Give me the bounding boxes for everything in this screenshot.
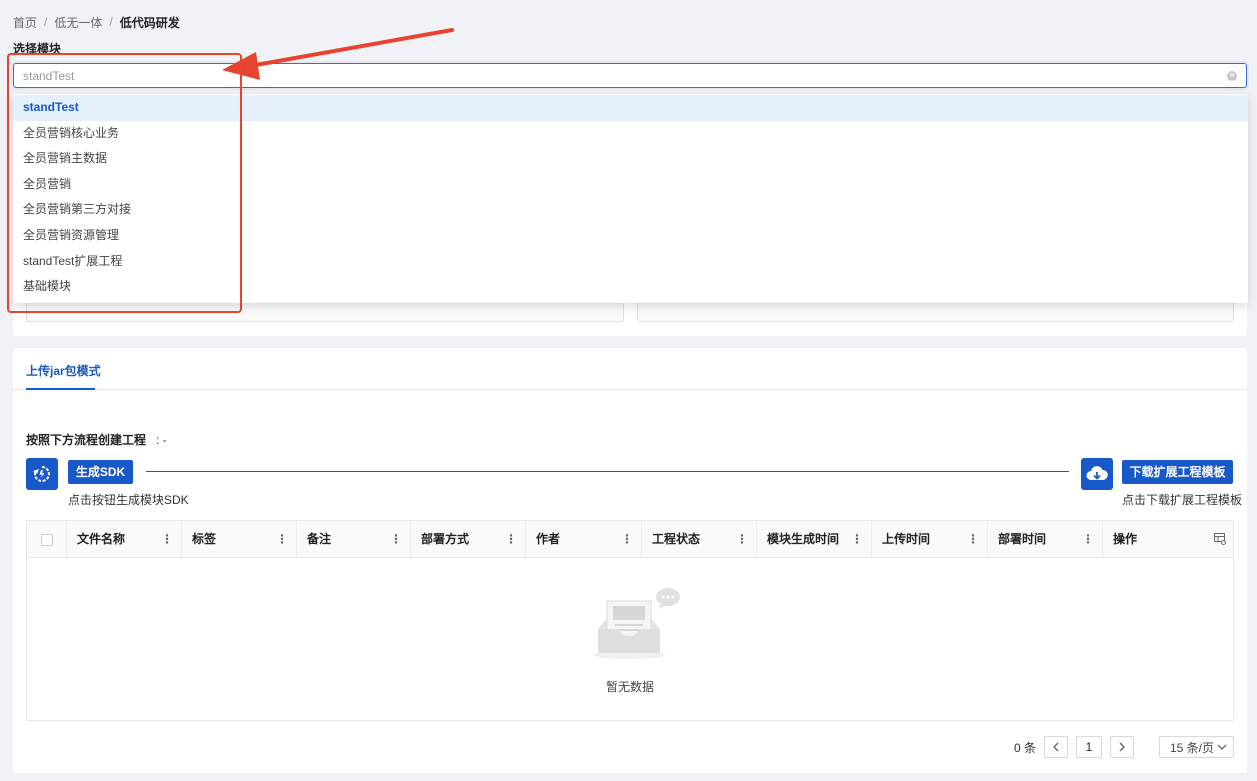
module-option-marketing-master-data[interactable]: 全员营销主数据 (13, 146, 1248, 172)
cloud-download-icon (1081, 458, 1113, 490)
column-header-tags[interactable]: 标签 ⋮ (182, 521, 297, 558)
column-header-filename[interactable]: 文件名称 ⋮ (67, 521, 182, 558)
column-header-remarks[interactable]: 备注 ⋮ (297, 521, 411, 558)
column-header-label: 工程状态 (652, 532, 701, 546)
column-header-label: 部署时间 (998, 532, 1047, 546)
flow-title-suffix: : - (156, 433, 167, 447)
tab-bar: 上传jar包模式 (13, 348, 1247, 390)
page-size-select[interactable]: 15 条/页 (1159, 736, 1234, 758)
column-header-author[interactable]: 作者 ⋮ (526, 521, 642, 558)
generate-sdk-note: 点击按钮生成模块SDK (68, 493, 189, 507)
breadcrumb-low-code-platform[interactable]: 低无一体 (54, 14, 102, 31)
column-header-actions: 操作 (1103, 521, 1233, 558)
column-header-label: 作者 (536, 532, 561, 546)
chevron-right-icon[interactable] (1110, 736, 1134, 758)
column-header-label: 模块生成时间 (767, 532, 840, 546)
pagination: 0 条 1 15 条/页 (1014, 736, 1234, 758)
select-module-label: 选择模块 (13, 42, 62, 56)
breadcrumb-separator: / (109, 15, 113, 29)
generate-sdk-button[interactable]: 生成SDK (68, 460, 133, 484)
breadcrumb: 首页 / 低无一体 / 低代码研发 (13, 14, 180, 30)
download-template-note: 点击下载扩展工程模板 (1122, 493, 1243, 507)
column-header-label: 上传时间 (882, 532, 931, 546)
module-option-marketing[interactable]: 全员营销 (13, 172, 1248, 198)
column-menu-icon[interactable]: ⋮ (736, 521, 748, 558)
tab-active-indicator (26, 388, 95, 390)
column-menu-icon[interactable]: ⋮ (621, 521, 633, 558)
column-header-label: 操作 (1113, 532, 1138, 546)
module-option-marketing-third-party[interactable]: 全员营销第三方对接 (13, 197, 1248, 223)
column-header-label: 文件名称 (77, 532, 126, 546)
chevron-down-icon (1217, 744, 1227, 750)
module-select-input[interactable]: standTest ✕ (13, 63, 1247, 88)
sync-icon (26, 458, 58, 490)
column-header-project-status[interactable]: 工程状态 ⋮ (642, 521, 757, 558)
column-header-module-generated-time[interactable]: 模块生成时间 ⋮ (757, 521, 872, 558)
column-header-deploy-time[interactable]: 部署时间 ⋮ (988, 521, 1103, 558)
column-menu-icon[interactable]: ⋮ (1082, 521, 1094, 558)
chevron-left-icon[interactable] (1044, 736, 1068, 758)
select-all-cell (27, 521, 67, 558)
column-menu-icon[interactable]: ⋮ (967, 521, 979, 558)
column-menu-icon[interactable]: ⋮ (276, 521, 288, 558)
module-select-placeholder: standTest (23, 68, 75, 83)
select-all-checkbox[interactable] (41, 534, 53, 546)
empty-text: 暂无数据 (605, 680, 654, 694)
column-header-label: 部署方式 (421, 532, 470, 546)
flow-title: 按照下方流程创建工程 : - (26, 431, 167, 448)
flow-title-text: 按照下方流程创建工程 (26, 433, 147, 447)
pagination-total: 0 条 (1013, 740, 1036, 755)
breadcrumb-current: 低代码研发 (119, 15, 180, 30)
breadcrumb-separator: / (44, 15, 48, 29)
module-option-marketing-resources[interactable]: 全员营销资源管理 (13, 223, 1248, 249)
tab-upload-jar[interactable]: 上传jar包模式 (26, 362, 101, 379)
module-option-standtest-extension[interactable]: standTest扩展工程 (13, 249, 1248, 275)
column-header-deploy-mode[interactable]: 部署方式 ⋮ (411, 521, 526, 558)
module-select-dropdown: standTest 全员营销核心业务 全员营销主数据 全员营销 全员营销第三方对… (13, 94, 1248, 303)
breadcrumb-home[interactable]: 首页 (13, 14, 37, 31)
empty-state: 暂无数据 (27, 559, 1233, 721)
column-header-label: 备注 (307, 532, 332, 546)
page-size-value: 15 条/页 (1170, 740, 1215, 755)
clear-icon[interactable]: ✕ (1227, 71, 1237, 81)
column-menu-icon[interactable]: ⋮ (505, 521, 517, 558)
module-option-base[interactable]: 基础模块 (13, 274, 1248, 300)
main-card: 上传jar包模式 按照下方流程创建工程 : - 生成SDK 点击按钮生成模块SDK… (13, 348, 1247, 773)
download-template-button[interactable]: 下载扩展工程模板 (1122, 460, 1233, 484)
column-menu-icon[interactable]: ⋮ (851, 521, 863, 558)
column-menu-icon[interactable]: ⋮ (390, 521, 402, 558)
column-settings-icon[interactable] (1214, 533, 1226, 545)
flow-connector-line (146, 471, 1069, 472)
files-table: 文件名称 ⋮ 标签 ⋮ 备注 ⋮ 部署方式 ⋮ 作者 ⋮ 工程状态 ⋮ 模块生成时间 ⋮ 上传… (26, 520, 1234, 721)
column-menu-icon[interactable]: ⋮ (161, 521, 173, 558)
column-header-label: 标签 (192, 532, 217, 546)
table-header: 文件名称 ⋮ 标签 ⋮ 备注 ⋮ 部署方式 ⋮ 作者 ⋮ 工程状态 ⋮ 模块生成时间 ⋮ 上传… (27, 521, 1233, 558)
column-header-upload-time[interactable]: 上传时间 ⋮ (872, 521, 988, 558)
chat-bubble-icon (656, 588, 680, 609)
module-option-standtest[interactable]: standTest (13, 95, 1248, 121)
module-option-marketing-core[interactable]: 全员营销核心业务 (13, 121, 1248, 147)
pagination-page-1[interactable]: 1 (1076, 736, 1102, 758)
